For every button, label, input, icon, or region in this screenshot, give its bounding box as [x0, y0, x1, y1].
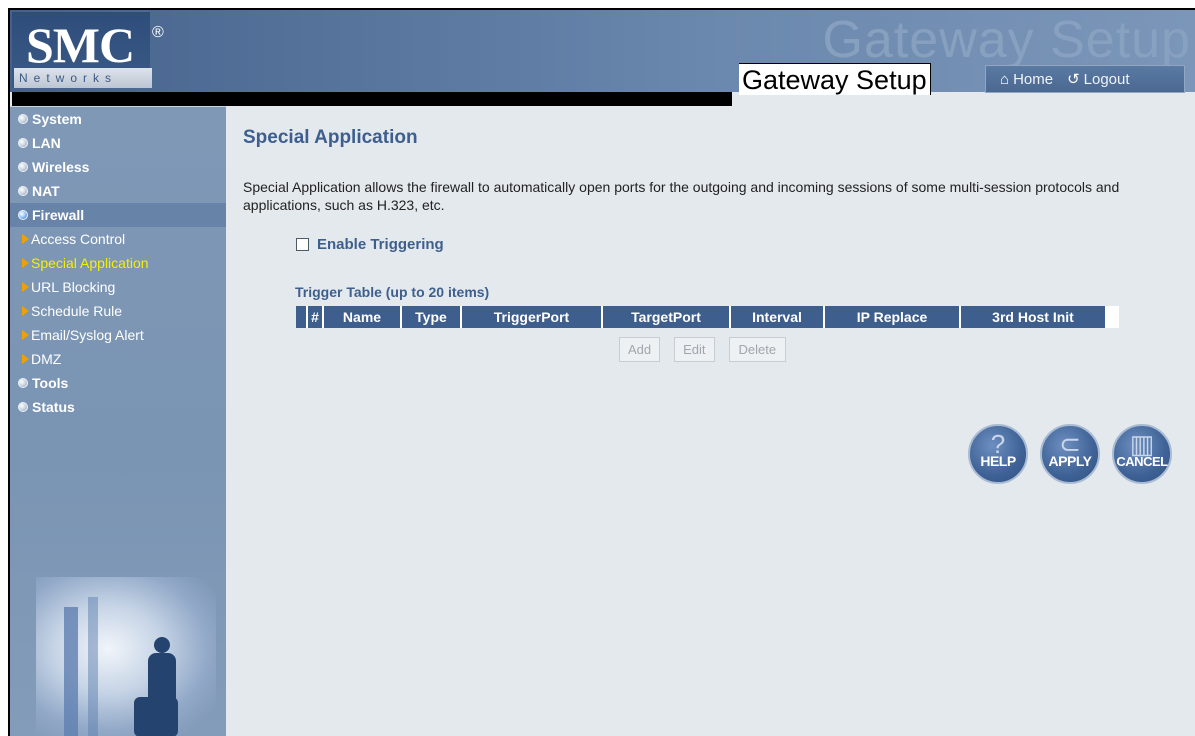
sidebar-subitem-label: Schedule Rule — [31, 303, 123, 319]
table-header-ip-replace: IP Replace — [825, 306, 959, 328]
smc-logo: SMC ® Networks — [12, 12, 164, 88]
table-header-triggerport: TriggerPort — [462, 306, 601, 328]
sidebar-item-label: Status — [32, 399, 75, 415]
cancel-button-label: CANCEL — [1116, 454, 1168, 469]
sidebar-subitem-dmz[interactable]: DMZ — [10, 347, 226, 371]
sidebar-subitem-label: DMZ — [31, 351, 62, 367]
page-header-title: Gateway Setup — [739, 63, 931, 95]
sidebar-item-label: LAN — [32, 135, 61, 151]
logout-link[interactable]: ↺ Logout — [1067, 70, 1130, 89]
home-icon: ⌂ — [1000, 70, 1010, 88]
sidebar-item-system[interactable]: System — [10, 107, 226, 131]
bullet-icon — [18, 186, 28, 196]
arrow-icon — [22, 330, 29, 340]
enable-triggering-checkbox[interactable] — [296, 238, 309, 251]
sidebar-item-tools[interactable]: Tools — [10, 371, 226, 395]
help-button-label: HELP — [980, 453, 1016, 469]
bullet-icon — [18, 138, 28, 148]
arrow-icon — [22, 354, 29, 364]
bullet-icon — [18, 114, 28, 124]
table-header-spacer — [296, 306, 306, 328]
sidebar-item-label: Firewall — [32, 207, 85, 223]
bullet-icon — [18, 162, 28, 172]
sidebar-subitem-access-control[interactable]: Access Control — [10, 227, 226, 251]
bullet-icon — [18, 378, 28, 388]
logo-subtitle: Networks — [14, 68, 152, 88]
bullet-icon — [18, 210, 28, 220]
sidebar-subitem-label: Special Application — [31, 255, 149, 271]
delete-button[interactable]: Delete — [728, 337, 787, 362]
table-header-index: # — [308, 306, 322, 328]
main-content: Special Application Special Application … — [226, 106, 1195, 736]
apply-button[interactable]: ⊂ APPLY — [1040, 424, 1100, 484]
apply-button-label: APPLY — [1048, 453, 1092, 469]
sidebar-item-wireless[interactable]: Wireless — [10, 155, 226, 179]
enable-triggering-row: Enable Triggering — [296, 236, 444, 253]
logo-registered-mark: ® — [152, 24, 164, 41]
sidebar-item-label: Tools — [32, 375, 69, 391]
logo-text: SMC — [26, 17, 135, 73]
header-nav: ⌂ Home ↺ Logout — [985, 65, 1185, 93]
cancel-button[interactable]: ▥ CANCEL — [1112, 424, 1172, 484]
table-header-targetport: TargetPort — [603, 306, 729, 328]
sidebar-item-label: System — [32, 111, 82, 127]
sidebar-item-label: NAT — [32, 183, 60, 199]
browser-frame: SMC ® Networks Gateway Setup Gateway Set… — [8, 8, 1195, 736]
bullet-icon — [18, 402, 28, 412]
photo-column — [88, 597, 98, 736]
table-header-name: Name — [324, 306, 400, 328]
sidebar-item-firewall[interactable]: Firewall — [10, 203, 226, 227]
arrow-icon — [22, 306, 29, 316]
table-action-buttons: Add Edit Delete — [619, 337, 787, 362]
photo-column — [64, 607, 78, 736]
sidebar-item-nat[interactable]: NAT — [10, 179, 226, 203]
photo-person-body — [148, 653, 176, 703]
home-link-label: Home — [1013, 70, 1054, 88]
trigger-table-header: # Name Type TriggerPort TargetPort Inter… — [296, 306, 1119, 328]
logout-icon: ↺ — [1067, 71, 1080, 88]
sidebar-subitem-label: Email/Syslog Alert — [31, 327, 144, 343]
sidebar-item-label: Wireless — [32, 159, 90, 175]
logout-link-label: Logout — [1083, 70, 1130, 88]
arrow-icon — [22, 282, 29, 292]
round-action-buttons: ? HELP ⊂ APPLY ▥ CANCEL — [968, 424, 1172, 484]
sidebar-subitem-label: Access Control — [31, 231, 126, 247]
table-header-interval: Interval — [731, 306, 823, 328]
sidebar-subitem-url-blocking[interactable]: URL Blocking — [10, 275, 226, 299]
header-divider-bar — [12, 92, 732, 106]
add-button[interactable]: Add — [619, 337, 661, 362]
header-watermark-title: Gateway Setup — [822, 11, 1191, 69]
arrow-icon — [22, 258, 29, 268]
arrow-icon — [22, 234, 29, 244]
table-header-3rd-host-init: 3rd Host Init — [961, 306, 1105, 328]
sidebar-item-status[interactable]: Status — [10, 395, 226, 419]
page-title: Special Application — [243, 127, 418, 148]
trigger-table-caption: Trigger Table (up to 20 items) — [295, 284, 490, 300]
help-button[interactable]: ? HELP — [968, 424, 1028, 484]
sidebar-decorative-photo — [36, 577, 216, 736]
sidebar-item-lan[interactable]: LAN — [10, 131, 226, 155]
page-description: Special Application allows the firewall … — [243, 179, 1120, 213]
sidebar-subitem-email-syslog-alert[interactable]: Email/Syslog Alert — [10, 323, 226, 347]
sidebar-subitem-label: URL Blocking — [31, 279, 116, 295]
enable-triggering-label: Enable Triggering — [317, 236, 444, 253]
edit-button[interactable]: Edit — [674, 337, 715, 362]
sidebar-subitem-special-application[interactable]: Special Application — [10, 251, 226, 275]
photo-person-head — [154, 637, 170, 653]
photo-person-legs — [134, 697, 178, 736]
home-link[interactable]: ⌂ Home — [1000, 71, 1053, 88]
header-banner: SMC ® Networks Gateway Setup Gateway Set… — [10, 10, 1195, 95]
sidebar: System LAN Wireless NAT Firewall Access … — [10, 106, 226, 736]
sidebar-subitem-schedule-rule[interactable]: Schedule Rule — [10, 299, 226, 323]
table-header-type: Type — [402, 306, 460, 328]
